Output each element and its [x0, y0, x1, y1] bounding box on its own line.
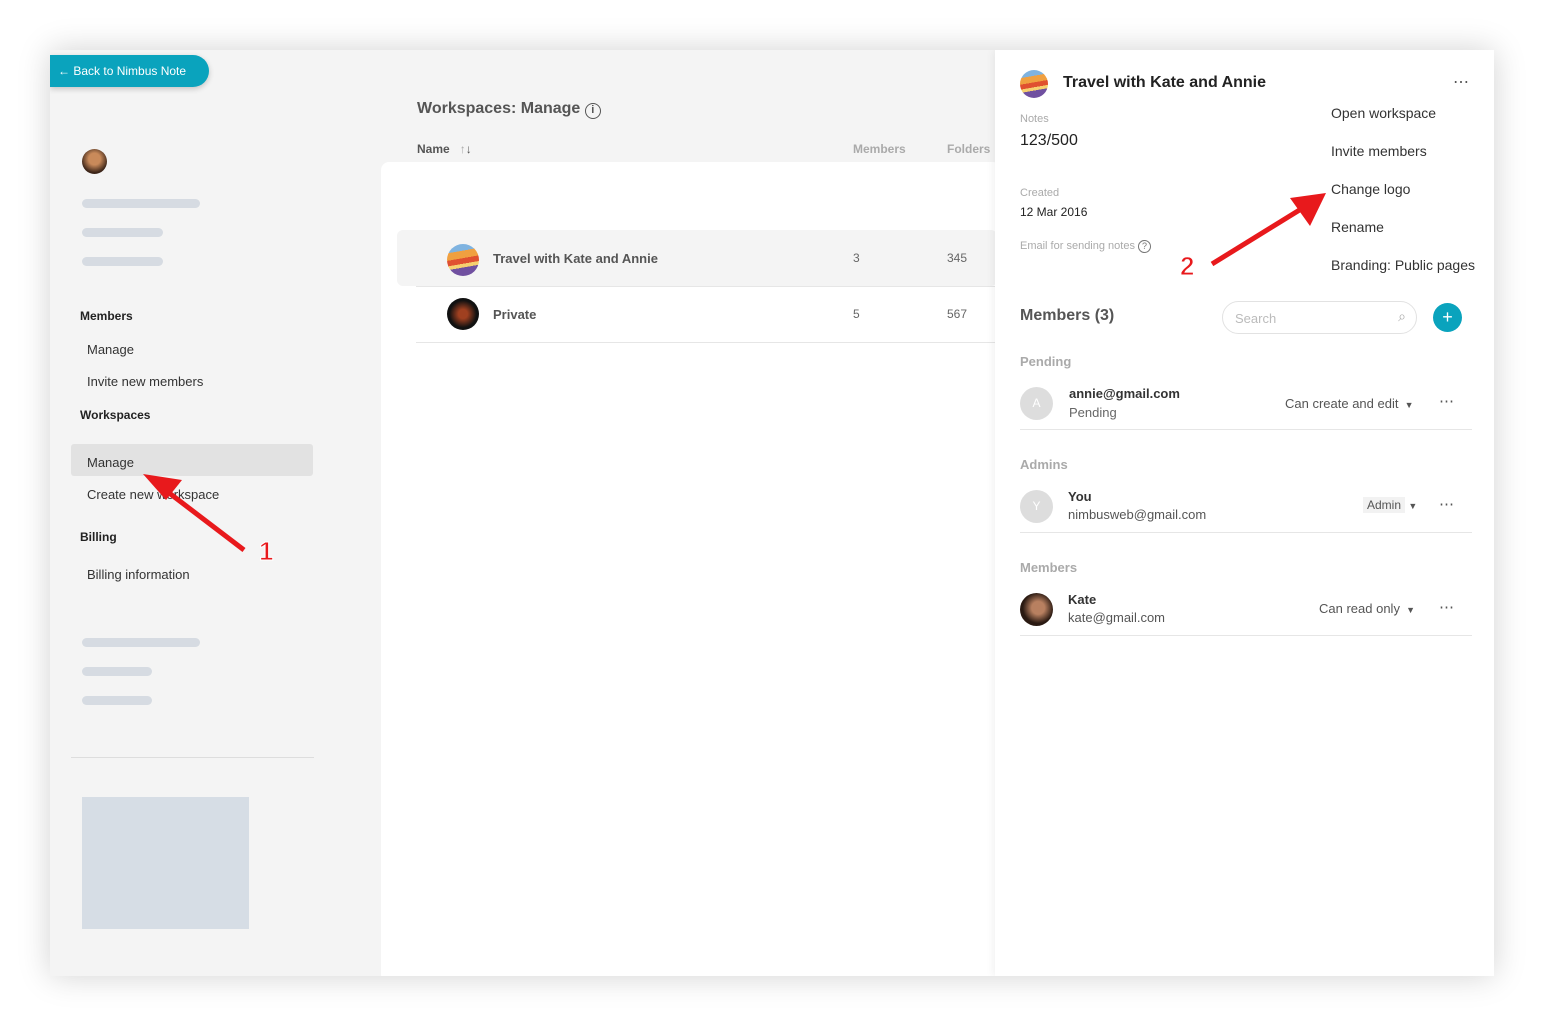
annotation-layer: 1 2	[143, 193, 1326, 567]
annotation-label-2: 2	[1180, 251, 1194, 281]
annotation-label-1: 1	[259, 536, 273, 566]
annotation-arrow-1	[143, 474, 246, 552]
annotation-arrow-2	[1210, 193, 1326, 267]
